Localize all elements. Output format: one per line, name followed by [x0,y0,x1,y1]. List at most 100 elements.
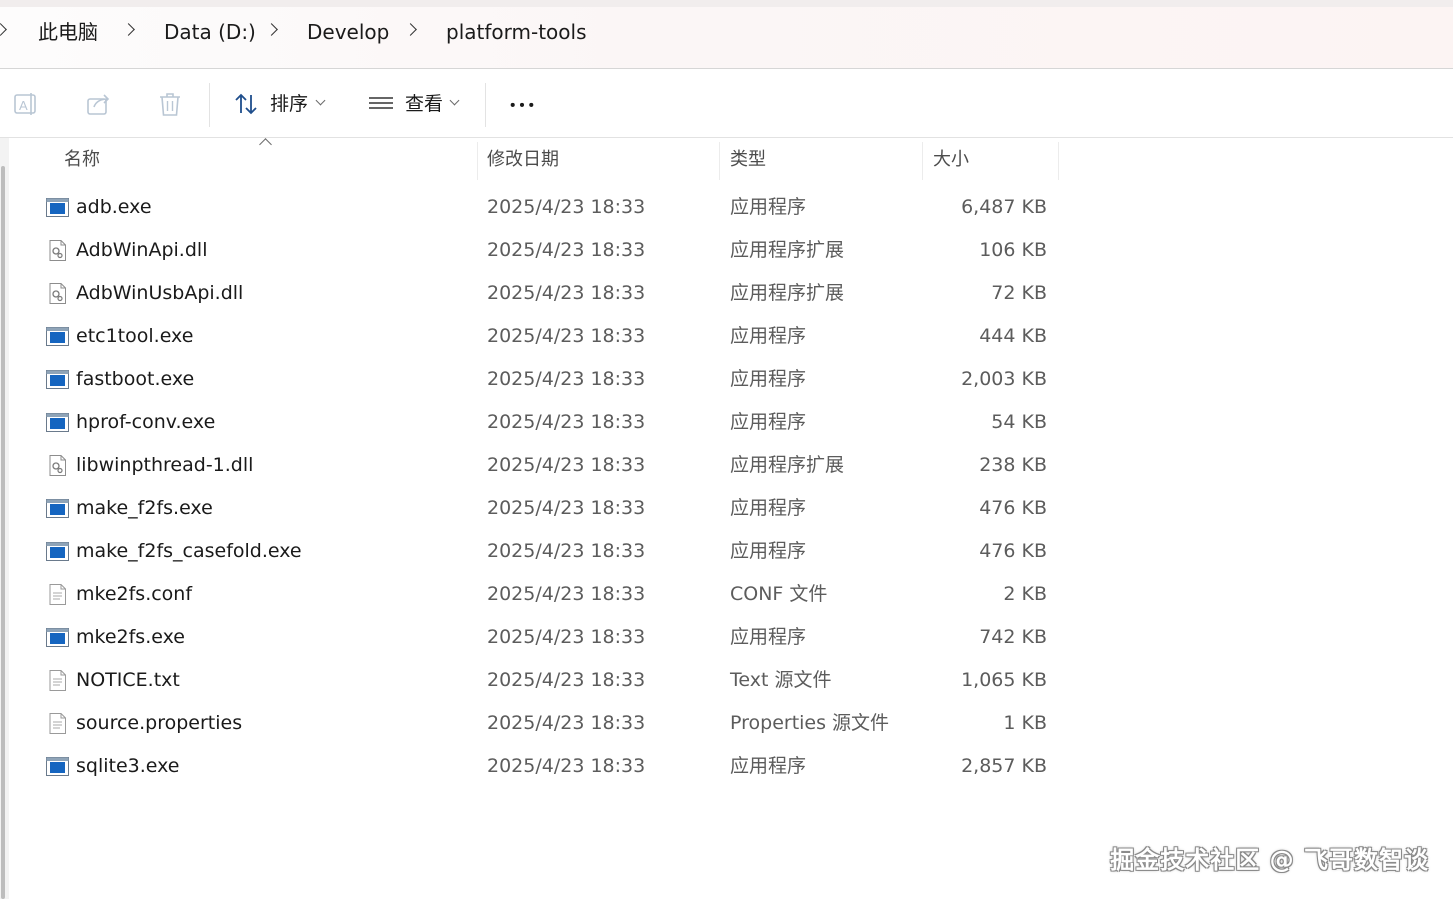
file-type: 应用程序扩展 [730,454,845,476]
sort-icon [235,93,257,115]
file-modified-date: 2025/4/23 18:33 [487,712,646,734]
breadcrumb-this-pc[interactable]: 此电脑 [38,18,98,46]
file-row[interactable]: make_f2fs_casefold.exe 2025/4/23 18:33 应用程… [40,530,1060,573]
exe-icon [46,756,69,777]
file-name: make_f2fs.exe [76,497,213,519]
file-modified-date: 2025/4/23 18:33 [487,368,646,390]
exe-icon [46,412,69,433]
file-row[interactable]: AdbWinUsbApi.dll 2025/4/23 18:33 应用程序扩展 72 … [40,272,1060,315]
dll-icon [46,283,69,304]
breadcrumb-platform-tools[interactable]: platform-tools [446,18,587,46]
file-row[interactable]: mke2fs.conf 2025/4/23 18:33 CONF 文件 2 KB [40,573,1060,616]
file-size: 6,487 KB [961,196,1047,218]
file-name: hprof-conv.exe [76,411,216,433]
file-modified-date: 2025/4/23 18:33 [487,626,646,648]
file-size: 2 KB [1003,583,1047,605]
share-icon[interactable] [86,91,112,117]
more-icon[interactable] [509,91,535,117]
view-icon [369,97,393,109]
rename-icon[interactable]: A [13,91,39,117]
command-bar: A 排序 查看 [0,69,1453,138]
dll-icon [46,455,69,476]
file-row[interactable]: etc1tool.exe 2025/4/23 18:33 应用程序 444 KB [40,315,1060,358]
file-modified-date: 2025/4/23 18:33 [487,325,646,347]
file-size: 72 KB [991,282,1047,304]
column-header-date-label: 修改日期 [487,149,559,170]
file-row[interactable]: libwinpthread-1.dll 2025/4/23 18:33 应用程序扩展… [40,444,1060,487]
navigation-pane-edge[interactable] [0,138,9,899]
exe-icon [46,326,69,347]
file-modified-date: 2025/4/23 18:33 [487,497,646,519]
text-file-icon [46,584,69,605]
file-row[interactable]: fastboot.exe 2025/4/23 18:33 应用程序 2,003 KB [40,358,1060,401]
file-type: 应用程序 [730,497,807,519]
file-row[interactable]: hprof-conv.exe 2025/4/23 18:33 应用程序 54 KB [40,401,1060,444]
file-type: 应用程序 [730,411,807,433]
file-type: Properties 源文件 [730,712,890,734]
column-divider[interactable] [1058,142,1059,180]
file-name: adb.exe [76,196,152,218]
file-type: 应用程序 [730,196,807,218]
file-row[interactable]: sqlite3.exe 2025/4/23 18:33 应用程序 2,857 KB [40,745,1060,788]
chevron-right-icon[interactable] [122,23,135,36]
column-header-name-label: 名称 [64,149,100,170]
file-row[interactable]: source.properties 2025/4/23 18:33 Properti… [40,702,1060,745]
file-name: mke2fs.conf [76,583,193,605]
file-size: 476 KB [979,497,1047,519]
sort-button[interactable]: 排序 [228,77,338,129]
file-type: 应用程序 [730,755,807,777]
file-size: 2,003 KB [961,368,1047,390]
text-file-icon [46,713,69,734]
chevron-down-icon [315,95,326,106]
address-bar[interactable]: 此电脑 Data (D:) Develop platform-tools [0,0,1453,69]
file-modified-date: 2025/4/23 18:33 [487,454,646,476]
watermark: 掘金技术社区 @ 飞哥数智谈 [1110,846,1429,874]
breadcrumb-drive-d[interactable]: Data (D:) [164,18,256,46]
file-modified-date: 2025/4/23 18:33 [487,239,646,261]
column-header-name[interactable]: 名称 [40,140,477,180]
file-type: 应用程序扩展 [730,239,845,261]
file-name: etc1tool.exe [76,325,194,347]
chevron-right-icon[interactable] [265,23,278,36]
chevron-right-icon[interactable] [404,23,417,36]
file-name: AdbWinUsbApi.dll [76,282,244,304]
file-name: libwinpthread-1.dll [76,454,254,476]
svg-text:A: A [19,98,28,113]
file-row[interactable]: NOTICE.txt 2025/4/23 18:33 Text 源文件 1,065 K… [40,659,1060,702]
file-modified-date: 2025/4/23 18:33 [487,540,646,562]
scrollbar[interactable] [1,166,5,899]
exe-icon [46,541,69,562]
toolbar-divider [209,83,210,127]
file-modified-date: 2025/4/23 18:33 [487,669,646,691]
file-size: 238 KB [979,454,1047,476]
sort-label: 排序 [270,93,309,115]
view-button[interactable]: 查看 [362,77,472,129]
title-strip [0,0,1453,7]
file-name: NOTICE.txt [76,669,180,691]
breadcrumb-develop[interactable]: Develop [307,18,389,46]
file-name: make_f2fs_casefold.exe [76,540,302,562]
file-modified-date: 2025/4/23 18:33 [487,755,646,777]
file-type: 应用程序扩展 [730,282,845,304]
exe-icon [46,369,69,390]
file-size: 2,857 KB [961,755,1047,777]
file-modified-date: 2025/4/23 18:33 [487,583,646,605]
file-size: 476 KB [979,540,1047,562]
chevron-right-icon[interactable] [0,23,7,36]
delete-icon[interactable] [157,91,183,117]
file-row[interactable]: mke2fs.exe 2025/4/23 18:33 应用程序 742 KB [40,616,1060,659]
file-name: fastboot.exe [76,368,195,390]
column-header-type[interactable]: 类型 [720,140,922,180]
column-header-date[interactable]: 修改日期 [478,140,719,180]
file-size: 742 KB [979,626,1047,648]
file-type: 应用程序 [730,325,807,347]
dll-icon [46,240,69,261]
file-row[interactable]: make_f2fs.exe 2025/4/23 18:33 应用程序 476 KB [40,487,1060,530]
chevron-down-icon [449,95,460,106]
file-row[interactable]: adb.exe 2025/4/23 18:33 应用程序 6,487 KB [40,186,1060,229]
file-type: Text 源文件 [730,669,832,691]
file-row[interactable]: AdbWinApi.dll 2025/4/23 18:33 应用程序扩展 106 KB [40,229,1060,272]
column-header-size[interactable]: 大小 [923,140,1058,180]
file-size: 106 KB [979,239,1047,261]
toolbar-divider [485,83,486,127]
